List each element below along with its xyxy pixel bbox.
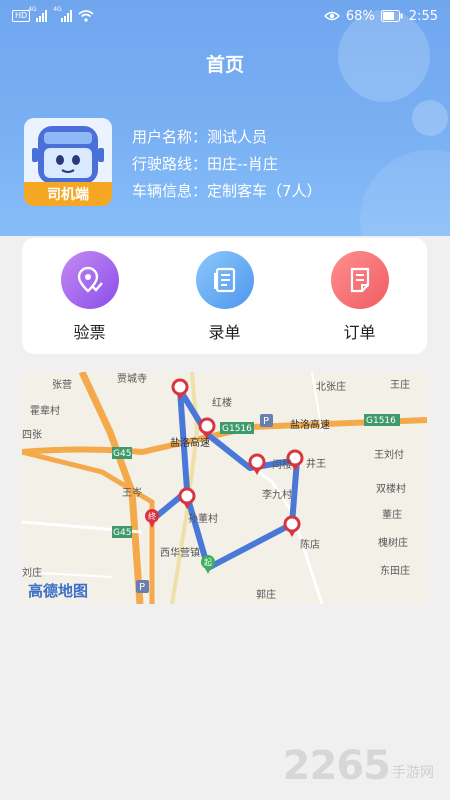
battery-percent: 68% bbox=[345, 8, 375, 24]
network-type: 4G bbox=[28, 6, 37, 13]
map-place-label: 刘庄 bbox=[22, 566, 42, 579]
map-place-label: 王岑 bbox=[122, 487, 142, 499]
map-place-label: 北张庄 bbox=[316, 380, 346, 393]
map-place-label: 郭庄 bbox=[256, 588, 276, 601]
eye-icon bbox=[323, 11, 340, 21]
network-type: 4G bbox=[53, 6, 62, 13]
order-note-icon bbox=[350, 267, 369, 293]
avatar-label: 司机端 bbox=[47, 187, 89, 203]
parking-icon: P bbox=[136, 580, 149, 593]
bus-route-line bbox=[150, 388, 300, 571]
map-place-label: 陈店 bbox=[300, 538, 320, 551]
route-map[interactable]: 终 起 张营 贾城寺 北张庄 王庄 霍辈村 红楼 四张 盐洛高速 G1516 G… bbox=[22, 372, 427, 604]
map-place-label: 闫楼 bbox=[272, 458, 292, 471]
map-place-label: 西华营镇 bbox=[160, 546, 200, 559]
user-info: 用户名称：测试人员 行驶路线：田庄--肖庄 车辆信息：定制客车（7人） bbox=[132, 124, 322, 205]
watermark-suffix: 手游网 bbox=[392, 765, 434, 781]
stop-pin[interactable] bbox=[248, 453, 266, 475]
record-order-button[interactable]: 录单 bbox=[175, 251, 275, 343]
menu-icon-bg bbox=[195, 251, 254, 309]
watermark-number: 2265 bbox=[282, 743, 391, 789]
map-road-label: G1516 bbox=[366, 416, 396, 426]
svg-text:P: P bbox=[139, 582, 145, 593]
driving-route: 行驶路线：田庄--肖庄 bbox=[132, 155, 278, 173]
signal-icon: 4G bbox=[53, 6, 73, 22]
menu-label: 验票 bbox=[73, 323, 106, 342]
verify-ticket-button[interactable]: 验票 bbox=[40, 251, 140, 343]
menu-card: 验票 录单 订单 bbox=[22, 238, 427, 354]
decor-bubble bbox=[412, 100, 448, 136]
clock: 2:55 bbox=[408, 8, 438, 24]
page-title: 首页 bbox=[205, 54, 244, 76]
map-place-label: 四张 bbox=[22, 429, 42, 441]
status-bar: HD 4G 4G 68% 2:55 bbox=[0, 0, 450, 32]
map-logo: 高德地图 bbox=[28, 582, 88, 600]
watermark: 2265 手游网 bbox=[283, 746, 434, 786]
start-pin-label: 起 bbox=[204, 558, 212, 567]
decor-bubble bbox=[360, 150, 450, 236]
menu-icon-bg bbox=[330, 251, 389, 309]
start-pin[interactable]: 起 bbox=[201, 555, 215, 574]
end-pin-label: 终 bbox=[148, 511, 156, 521]
user-name: 用户名称：测试人员 bbox=[132, 128, 268, 146]
header: HD 4G 4G 68% 2:55 首页 司机端 用户名称：测试人员 行驶路线：… bbox=[0, 0, 450, 236]
menu-label: 订单 bbox=[343, 323, 376, 342]
map-place-label: 东田庄 bbox=[380, 564, 410, 577]
document-list-icon bbox=[213, 267, 235, 293]
map-place-label: 井王 bbox=[306, 457, 326, 470]
signal-icon: 4G bbox=[28, 6, 48, 22]
end-pin[interactable]: 终 bbox=[145, 509, 159, 528]
map-place-label: 张营 bbox=[52, 378, 72, 391]
map-road-label: G45 bbox=[113, 528, 131, 538]
svg-text:P: P bbox=[263, 416, 269, 427]
orders-button[interactable]: 订单 bbox=[310, 251, 410, 343]
map-place-label: 盐洛高速 bbox=[170, 436, 210, 449]
map-place-label: 孙董村 bbox=[188, 512, 218, 525]
map-place-label: 李九村 bbox=[262, 488, 292, 501]
map-place-label: 贾城寺 bbox=[117, 373, 147, 385]
parking-icon: P bbox=[260, 414, 273, 427]
ticket-check-icon bbox=[77, 266, 103, 293]
map-place-label: 王刘付 bbox=[374, 448, 404, 461]
map-road-label: G45 bbox=[113, 449, 131, 459]
map-place-label: 盐洛高速 bbox=[290, 418, 330, 431]
battery-icon bbox=[380, 10, 403, 22]
map-place-label: 槐树庄 bbox=[378, 536, 408, 549]
map-place-label: 董庄 bbox=[382, 508, 402, 521]
map-place-label: 王庄 bbox=[390, 378, 410, 391]
avatar: 司机端 bbox=[24, 118, 112, 206]
map-canvas: 终 起 张营 贾城寺 北张庄 王庄 霍辈村 红楼 四张 盐洛高速 G1516 G… bbox=[22, 372, 427, 604]
wifi-icon bbox=[78, 10, 94, 22]
map-place-label: 红楼 bbox=[212, 396, 232, 409]
stop-pin[interactable] bbox=[283, 515, 301, 537]
map-place-label: 双楼村 bbox=[376, 482, 406, 495]
map-road-label: G1516 bbox=[222, 424, 252, 434]
menu-label: 录单 bbox=[208, 323, 241, 342]
map-place-label: 霍辈村 bbox=[30, 404, 60, 417]
menu-icon-bg bbox=[60, 251, 119, 309]
vehicle-info: 车辆信息：定制客车（7人） bbox=[132, 182, 322, 200]
